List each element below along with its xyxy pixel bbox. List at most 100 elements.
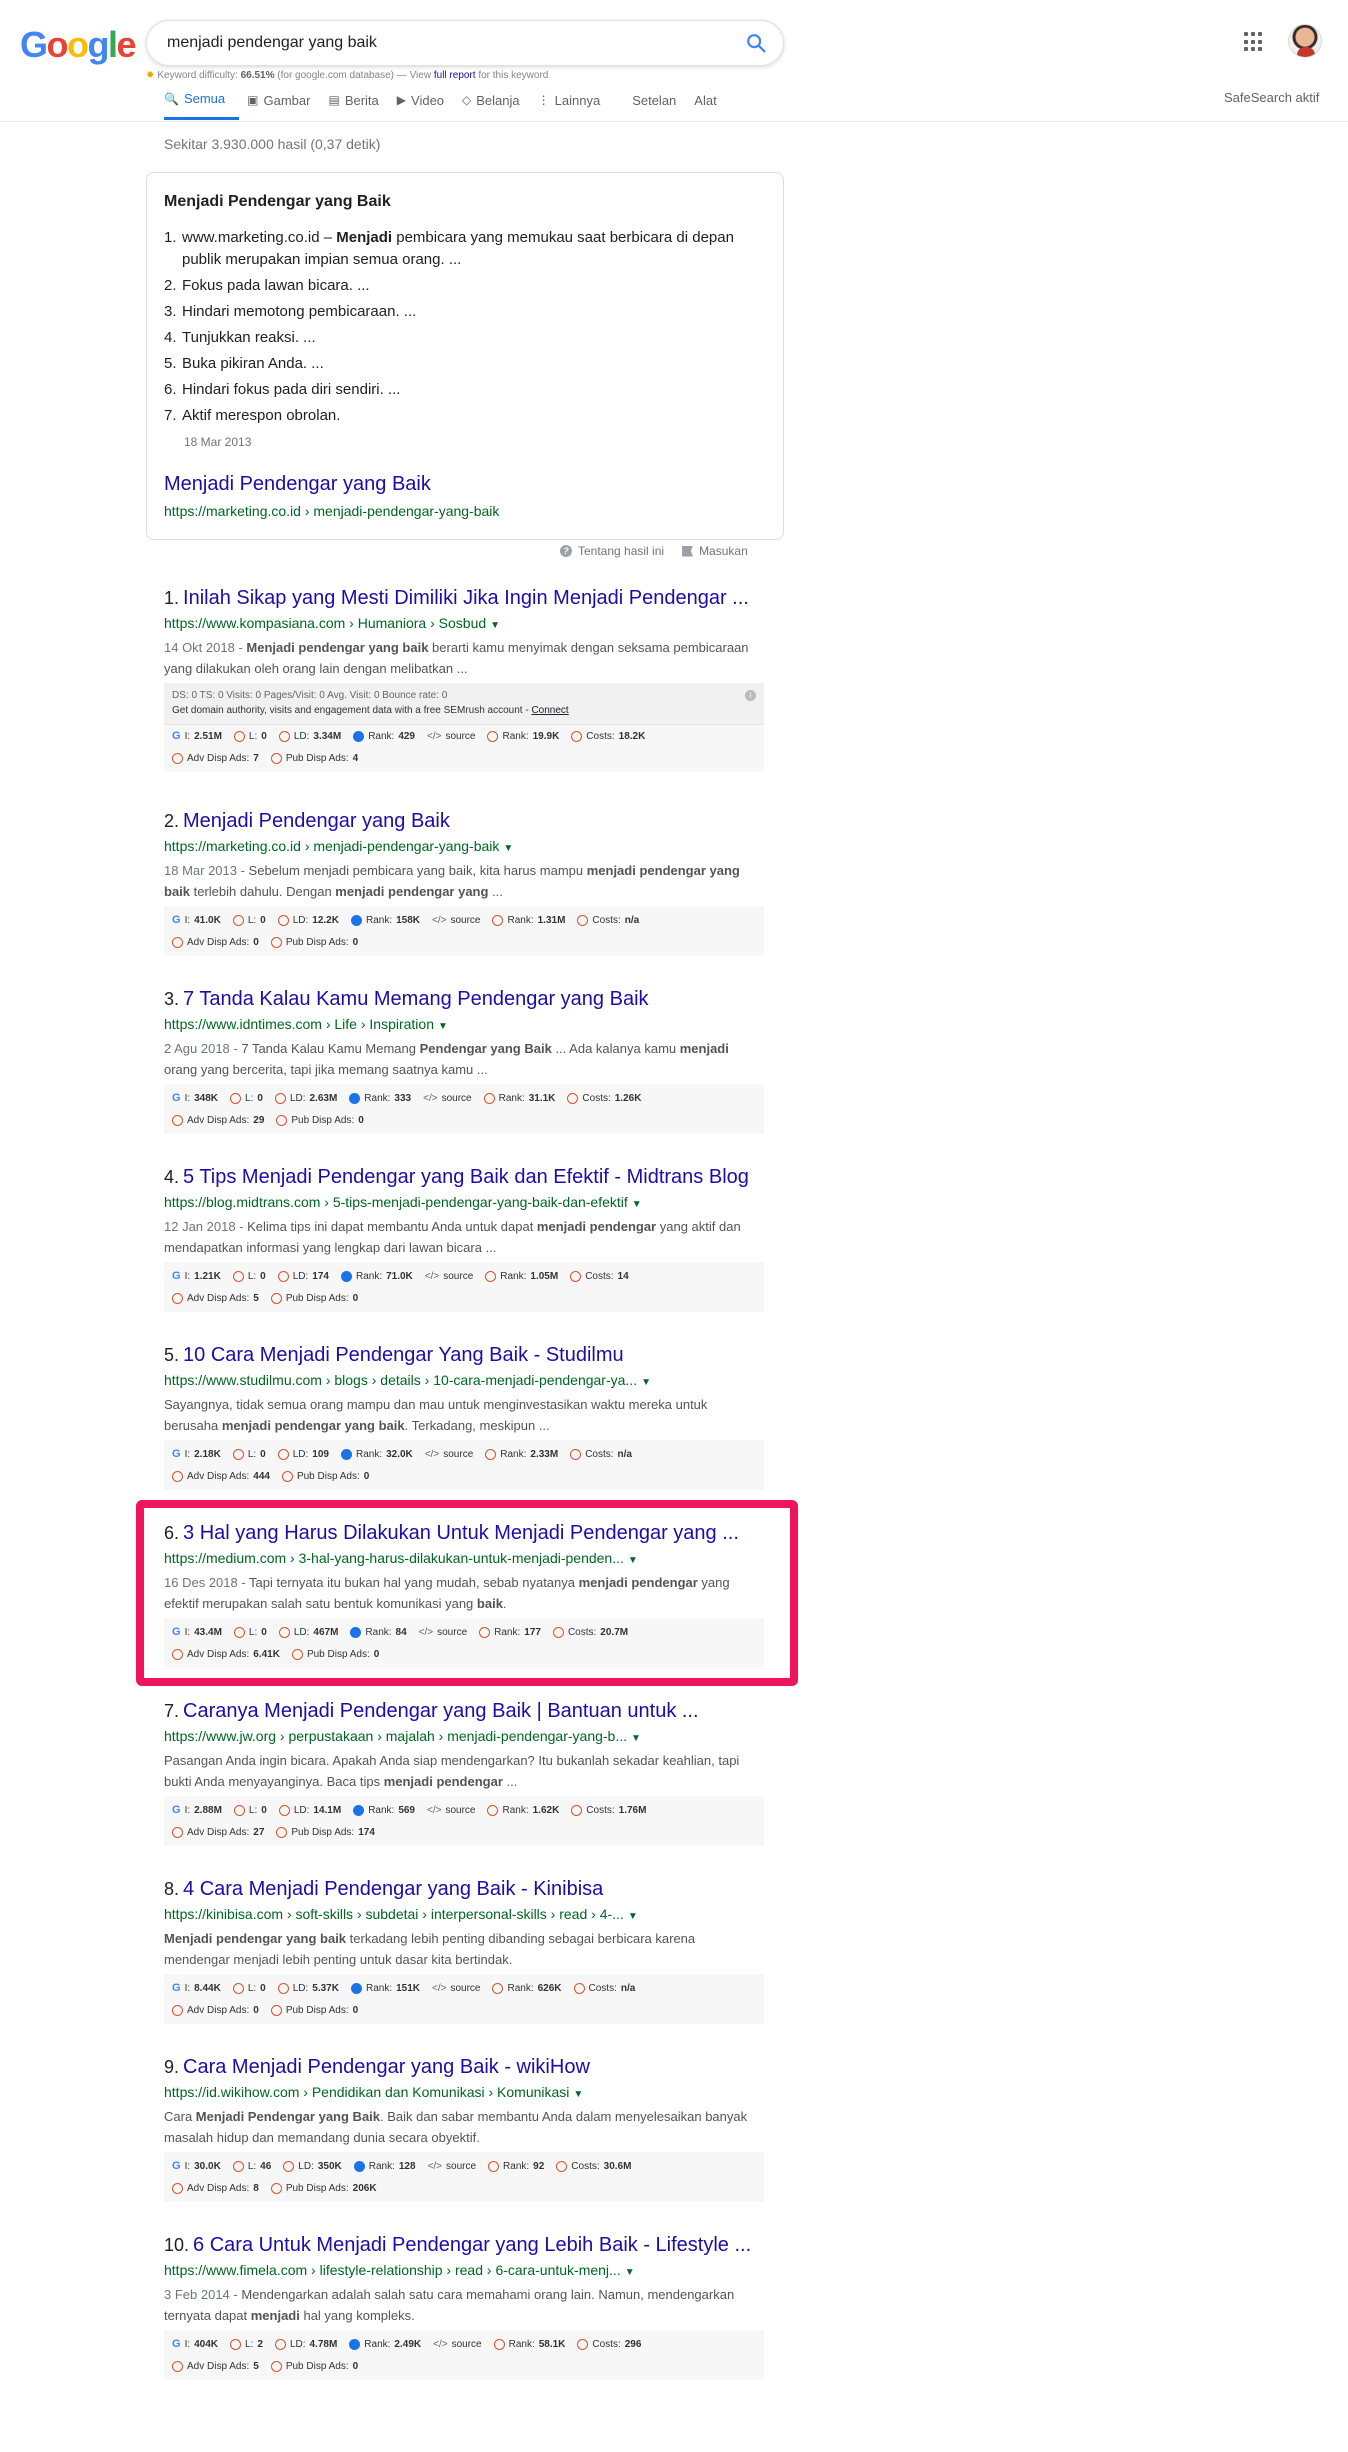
- metric-pub-ads[interactable]: Pub Disp Ads: 174: [276, 1826, 375, 1838]
- metric-linkdomains[interactable]: LD: 109: [277, 1448, 329, 1460]
- metric-adv-ads[interactable]: Adv Disp Ads: 0: [172, 936, 259, 948]
- metric-index[interactable]: G I: 41.0K: [172, 914, 221, 926]
- metric-index[interactable]: G I: 2.88M: [172, 1804, 222, 1816]
- metric-links[interactable]: L: 0: [230, 1092, 263, 1104]
- metric-adv-ads[interactable]: Adv Disp Ads: 27: [172, 1826, 264, 1838]
- metric-costs[interactable]: Costs: 1.26K: [567, 1092, 641, 1104]
- metric-semrush-rank[interactable]: Rank: 1.05M: [485, 1270, 558, 1282]
- search-box[interactable]: menjadi pendengar yang baik: [146, 20, 784, 66]
- result-title-link[interactable]: 5. 10 Cara Menjadi Pendengar Yang Baik - …: [164, 1342, 764, 1368]
- metric-semrush-rank[interactable]: Rank: 2.33M: [485, 1448, 558, 1460]
- metric-source[interactable]: </> source: [433, 2339, 481, 2350]
- result-title-link[interactable]: 3. 7 Tanda Kalau Kamu Memang Pendengar ya…: [164, 986, 764, 1012]
- metric-adv-ads[interactable]: Adv Disp Ads: 444: [172, 1470, 270, 1482]
- metric-source[interactable]: </> source: [427, 1805, 475, 1816]
- metric-adv-ads[interactable]: Adv Disp Ads: 5: [172, 1292, 259, 1304]
- metric-linkdomains[interactable]: LD: 350K: [283, 2160, 342, 2172]
- metric-index[interactable]: G I: 2.51M: [172, 730, 222, 742]
- metric-rank[interactable]: Rank: 2.49K: [349, 2338, 421, 2350]
- metric-links[interactable]: L: 46: [232, 2160, 271, 2172]
- metric-links[interactable]: L: 2: [230, 2338, 263, 2350]
- metric-rank[interactable]: Rank: 158K: [350, 914, 420, 926]
- about-result-button[interactable]: ? Tentang hasil ini: [560, 544, 664, 558]
- metric-costs[interactable]: Costs: n/a: [577, 914, 639, 926]
- metric-source[interactable]: </> source: [425, 1271, 473, 1282]
- metric-source[interactable]: </> source: [425, 1449, 473, 1460]
- metric-adv-ads[interactable]: Adv Disp Ads: 7: [172, 752, 259, 764]
- tab-video[interactable]: ▶ Video: [397, 90, 454, 120]
- result-title-link[interactable]: 9. Cara Menjadi Pendengar yang Baik - wik…: [164, 2054, 764, 2080]
- metric-costs[interactable]: Costs: n/a: [570, 1448, 632, 1460]
- metric-linkdomains[interactable]: LD: 174: [277, 1270, 329, 1282]
- caret-down-icon[interactable]: ▼: [503, 843, 513, 854]
- metric-adv-ads[interactable]: Adv Disp Ads: 5: [172, 2360, 259, 2372]
- caret-down-icon[interactable]: ▼: [641, 1377, 651, 1388]
- tab-setelan[interactable]: Setelan: [632, 90, 686, 120]
- result-url[interactable]: https://www.kompasiana.com › Humaniora ›…: [164, 612, 764, 637]
- metric-costs[interactable]: Costs: 18.2K: [571, 730, 645, 742]
- metric-links[interactable]: L: 0: [232, 1448, 266, 1460]
- metric-links[interactable]: L: 0: [233, 1804, 267, 1816]
- connect-link[interactable]: Connect: [531, 705, 568, 716]
- metric-semrush-rank[interactable]: Rank: 31.1K: [483, 1092, 555, 1104]
- metric-links[interactable]: L: 0: [232, 1982, 266, 1994]
- metric-pub-ads[interactable]: Pub Disp Ads: 0: [270, 1292, 358, 1304]
- metric-linkdomains[interactable]: LD: 12.2K: [277, 914, 339, 926]
- metric-pub-ads[interactable]: Pub Disp Ads: 0: [270, 2360, 358, 2372]
- result-url[interactable]: https://www.fimela.com › lifestyle-relat…: [164, 2259, 764, 2284]
- metric-index[interactable]: G I: 8.44K: [172, 1982, 221, 1994]
- safesearch-status[interactable]: SafeSearch aktif: [1224, 90, 1319, 105]
- caret-down-icon[interactable]: ▼: [628, 1911, 638, 1922]
- metric-rank[interactable]: Rank: 32.0K: [340, 1448, 413, 1460]
- metric-costs[interactable]: Costs: 296: [577, 2338, 641, 2350]
- result-url[interactable]: https://www.idntimes.com › Life › Inspir…: [164, 1013, 764, 1038]
- tab-belanja[interactable]: ◇ Belanja: [462, 90, 530, 120]
- metric-links[interactable]: L: 0: [232, 1270, 266, 1282]
- metric-links[interactable]: L: 0: [232, 914, 266, 926]
- apps-grid-icon[interactable]: [1244, 32, 1264, 52]
- metric-source[interactable]: </> source: [428, 2161, 476, 2172]
- metric-rank[interactable]: Rank: 333: [349, 1092, 411, 1104]
- metric-index[interactable]: G I: 348K: [172, 1092, 218, 1104]
- search-icon[interactable]: [745, 32, 767, 54]
- metric-index[interactable]: G I: 30.0K: [172, 2160, 221, 2172]
- tab-berita[interactable]: ▤ Berita: [328, 90, 388, 120]
- metric-links[interactable]: L: 0: [233, 730, 267, 742]
- metric-costs[interactable]: Costs: 1.76M: [571, 1804, 646, 1816]
- metric-rank[interactable]: Rank: 569: [353, 1804, 415, 1816]
- metric-adv-ads[interactable]: Adv Disp Ads: 0: [172, 2004, 259, 2016]
- result-url[interactable]: https://id.wikihow.com › Pendidikan dan …: [164, 2081, 764, 2106]
- metric-adv-ads[interactable]: Adv Disp Ads: 29: [172, 1114, 264, 1126]
- google-logo[interactable]: Google: [20, 24, 137, 66]
- metric-semrush-rank[interactable]: Rank: 19.9K: [487, 730, 559, 742]
- metric-adv-ads[interactable]: Adv Disp Ads: 8: [172, 2182, 259, 2194]
- result-title-link[interactable]: 1. Inilah Sikap yang Mesti Dimiliki Jika …: [164, 585, 764, 611]
- metric-index[interactable]: G I: 1.21K: [172, 1270, 221, 1282]
- metric-source[interactable]: </> source: [432, 1983, 480, 1994]
- metric-semrush-rank[interactable]: Rank: 58.1K: [493, 2338, 565, 2350]
- metric-costs[interactable]: Costs: 30.6M: [556, 2160, 631, 2172]
- metric-source[interactable]: </> source: [427, 731, 475, 742]
- metric-index[interactable]: G I: 404K: [172, 2338, 218, 2350]
- result-title-link[interactable]: 4. 5 Tips Menjadi Pendengar yang Baik dan…: [164, 1164, 764, 1190]
- result-url[interactable]: https://www.jw.org › perpustakaan › maja…: [164, 1725, 764, 1750]
- metric-rank[interactable]: Rank: 429: [353, 730, 415, 742]
- metric-semrush-rank[interactable]: Rank: 1.62K: [487, 1804, 559, 1816]
- caret-down-icon[interactable]: ▼: [490, 620, 500, 631]
- avatar[interactable]: [1288, 24, 1322, 58]
- metric-costs[interactable]: Costs: 14: [570, 1270, 629, 1282]
- metric-linkdomains[interactable]: LD: 3.34M: [278, 730, 341, 742]
- metric-linkdomains[interactable]: LD: 4.78M: [274, 2338, 337, 2350]
- full-report-link[interactable]: full report: [434, 70, 476, 81]
- metric-linkdomains[interactable]: LD: 5.37K: [277, 1982, 339, 1994]
- tab-gambar[interactable]: ▣ Gambar: [247, 90, 320, 120]
- result-url[interactable]: https://kinibisa.com › soft-skills › sub…: [164, 1903, 764, 1928]
- tab-semua[interactable]: 🔍 Semua: [164, 90, 240, 120]
- metric-pub-ads[interactable]: Pub Disp Ads: 206K: [270, 2182, 377, 2194]
- tab-lainnya[interactable]: ⋮ Lainnya: [538, 90, 611, 120]
- caret-down-icon[interactable]: ▼: [632, 1199, 642, 1210]
- result-title-link[interactable]: 7. Caranya Menjadi Pendengar yang Baik | …: [164, 1698, 764, 1724]
- caret-down-icon[interactable]: ▼: [573, 2089, 583, 2100]
- metric-pub-ads[interactable]: Pub Disp Ads: 0: [270, 2004, 358, 2016]
- metric-linkdomains[interactable]: LD: 14.1M: [278, 1804, 341, 1816]
